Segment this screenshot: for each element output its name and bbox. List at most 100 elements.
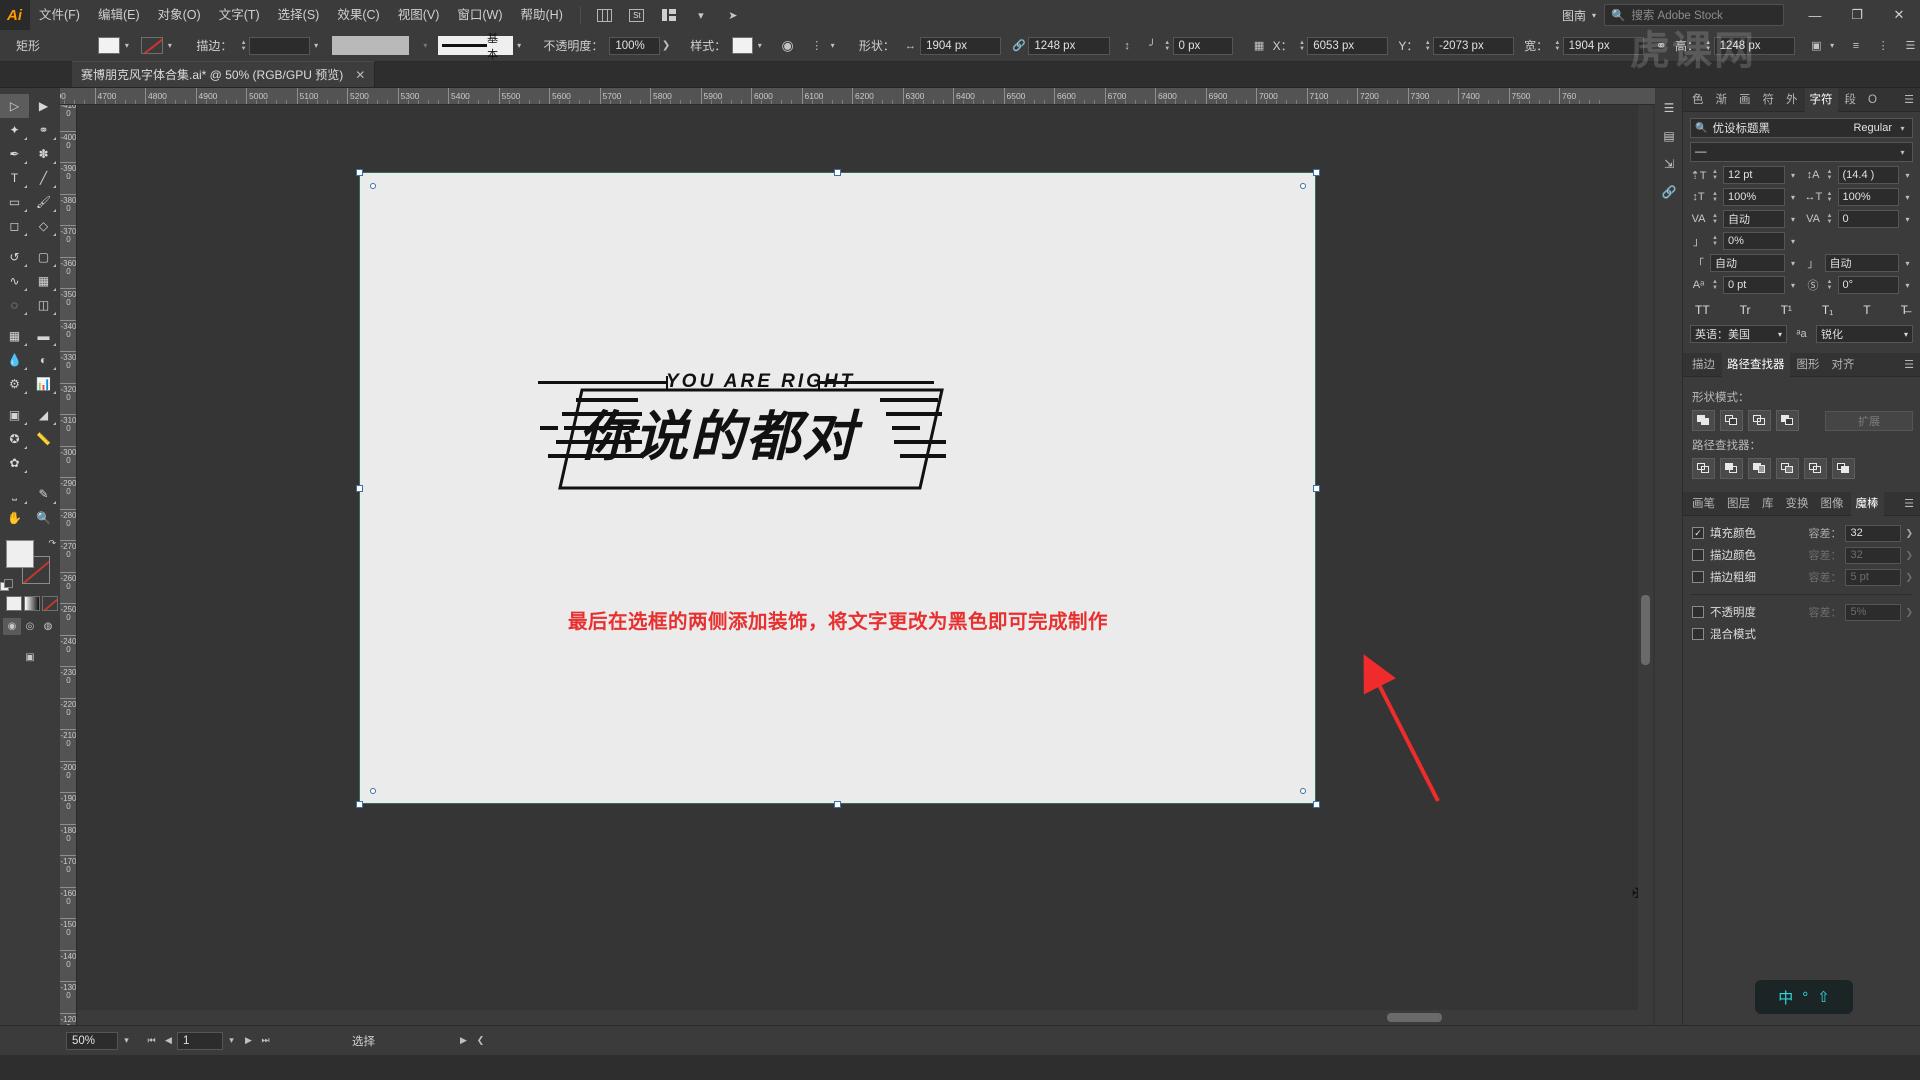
- tab-character[interactable]: 字符: [1804, 87, 1838, 112]
- tsume-left-chevron-icon[interactable]: ▾: [1788, 259, 1799, 268]
- stroke-weight-tolerance-input[interactable]: 5 pt: [1845, 568, 1902, 586]
- opacity-tolerance-expand-icon[interactable]: ❯: [1905, 607, 1913, 618]
- panel-menu-icon[interactable]: ☰: [1904, 93, 1920, 106]
- stroke-profile-chevron-icon[interactable]: ▾: [513, 37, 525, 54]
- selection-handle-bl[interactable]: [356, 801, 363, 808]
- h-stepper[interactable]: ▲ ▼: [1703, 37, 1714, 54]
- symbol-sprayer-tool[interactable]: ⚙: [0, 372, 29, 396]
- w-input[interactable]: 1904 px: [1562, 36, 1644, 55]
- menu-window[interactable]: 窗口(W): [448, 0, 511, 30]
- free-transform-tool[interactable]: ▦: [29, 269, 58, 293]
- horizontal-scale-field[interactable]: ↔T ▲ ▼ 100% ▾: [1805, 188, 1914, 206]
- horizontal-ruler[interactable]: 4600470048004900500051005200530054005500…: [60, 88, 1677, 105]
- antialias-selector[interactable]: 锐化 ▾: [1816, 325, 1913, 343]
- artboard-handle-tl[interactable]: [370, 183, 376, 189]
- links-icon[interactable]: 🔗: [1655, 178, 1683, 206]
- trim-icon[interactable]: [1720, 458, 1743, 479]
- draw-behind-button[interactable]: ◎: [21, 618, 39, 635]
- chevron-down-icon[interactable]: ▾: [688, 4, 714, 26]
- tab-brushes-2[interactable]: 画笔: [1687, 492, 1720, 516]
- tab-symbols[interactable]: 符: [1758, 88, 1780, 112]
- stroke-weight-checkbox[interactable]: [1692, 571, 1704, 583]
- menu-type[interactable]: 文字(T): [210, 0, 269, 30]
- stroke-color-checkbox[interactable]: [1692, 549, 1704, 561]
- direct-selection-tool[interactable]: ▶: [29, 94, 58, 118]
- rotation-field[interactable]: Ⓢ ▲ ▼ 0° ▾: [1805, 276, 1914, 294]
- vertical-scale-stepper[interactable]: ▲ ▼: [1710, 191, 1720, 203]
- tab-align[interactable]: 对齐: [1827, 353, 1860, 377]
- scale-tool[interactable]: ▢: [29, 245, 58, 269]
- stroke-weight-tolerance-expand-icon[interactable]: ❯: [1905, 572, 1913, 583]
- kerning-value[interactable]: 自动: [1723, 210, 1785, 228]
- tracking-value[interactable]: 0: [1837, 210, 1899, 228]
- artboard-tool[interactable]: ▣: [0, 403, 29, 427]
- font-family-selector[interactable]: 🔍 优设标题黑 Regular ▾: [1690, 118, 1913, 138]
- tab-opentype[interactable]: O: [1863, 88, 1882, 112]
- leading-stepper[interactable]: ▲ ▼: [1825, 169, 1835, 181]
- baseline-percent-value[interactable]: 0%: [1723, 232, 1785, 250]
- tab-appearance[interactable]: 外: [1781, 88, 1803, 112]
- tsume-left-value[interactable]: 自动: [1710, 254, 1785, 272]
- shape-width-input[interactable]: 1904 px: [920, 36, 1002, 55]
- next-artboard-button[interactable]: ▶: [240, 1032, 257, 1050]
- eraser-tool[interactable]: ◇: [29, 214, 58, 238]
- vertical-ruler[interactable]: -4100 -4000 -3900 -3800 -3700 -3600 -3500 -3400…: [60, 105, 77, 1025]
- vertical-scale-value[interactable]: 100%: [1723, 188, 1785, 206]
- workspace-selector[interactable]: 图南 ▾: [1554, 4, 1604, 26]
- link-dimensions-icon[interactable]: 🔗: [1009, 36, 1028, 56]
- stroke-profile-selector[interactable]: 基本: [437, 33, 513, 61]
- tsume-right-chevron-icon[interactable]: ▾: [1902, 259, 1913, 268]
- stroke-color-swatch[interactable]: [141, 37, 164, 54]
- menu-edit[interactable]: 编辑(E): [89, 0, 149, 30]
- width-tool[interactable]: ∿: [0, 269, 29, 293]
- shaper-tool[interactable]: ◻: [0, 214, 29, 238]
- divide-icon[interactable]: [1692, 458, 1715, 479]
- opacity-input[interactable]: 100%: [609, 36, 660, 55]
- rectangle-tool[interactable]: ▭: [0, 190, 29, 214]
- opacity-tolerance-input[interactable]: 5%: [1845, 603, 1902, 621]
- stroke-weight-chevron-icon[interactable]: ▾: [310, 37, 322, 54]
- tab-brushes[interactable]: 画: [1734, 88, 1756, 112]
- tracking-stepper[interactable]: ▲ ▼: [1825, 213, 1835, 225]
- draw-normal-button[interactable]: ◉: [3, 618, 21, 635]
- shape-rotate-icon[interactable]: ↕: [1118, 36, 1137, 56]
- artboard-chevron-icon[interactable]: ▾: [223, 1032, 240, 1050]
- minimize-button[interactable]: —: [1794, 0, 1836, 30]
- artboard-handle-tr[interactable]: [1300, 183, 1306, 189]
- change-screen-mode-icon[interactable]: ▣: [16, 647, 44, 667]
- ime-shape[interactable]: ⇧: [1817, 988, 1830, 1006]
- status-next-icon[interactable]: ▶: [455, 1032, 472, 1050]
- tab-image[interactable]: 图像: [1816, 492, 1849, 516]
- magicwand-panel-menu-icon[interactable]: ☰: [1904, 497, 1920, 510]
- corner-radius-input[interactable]: 0 px: [1172, 36, 1234, 55]
- bridge-icon[interactable]: [592, 4, 618, 26]
- baseline-shift-value[interactable]: 0 pt: [1723, 276, 1785, 294]
- tracking-chevron-icon[interactable]: ▾: [1902, 215, 1913, 224]
- recolor-artwork-icon[interactable]: ◉: [778, 36, 797, 56]
- menu-select[interactable]: 选择(S): [269, 0, 329, 30]
- measure-tool[interactable]: 📏: [29, 427, 58, 451]
- stock-search-input[interactable]: 🔍 搜索 Adobe Stock: [1604, 4, 1784, 26]
- baseline-percent-field[interactable]: 」 ▲ ▼ 0% ▾: [1690, 232, 1799, 250]
- ime-indicator[interactable]: 中 ° ⇧: [1755, 980, 1853, 1014]
- leading-chevron-icon[interactable]: ▾: [1902, 171, 1913, 180]
- fill-color-checkbox[interactable]: ✓: [1692, 527, 1704, 539]
- horizontal-scrollbar[interactable]: [77, 1010, 1638, 1025]
- font-variant-selector[interactable]: — ▾: [1690, 142, 1913, 162]
- vertical-scale-field[interactable]: ↕T ▲ ▼ 100% ▾: [1690, 188, 1799, 206]
- exclude-icon[interactable]: [1776, 410, 1799, 431]
- libraries-icon[interactable]: ▤: [1655, 122, 1683, 150]
- gradient-mode-button[interactable]: [24, 596, 40, 611]
- pen-tool[interactable]: ✒: [0, 142, 29, 166]
- x-input[interactable]: 6053 px: [1307, 36, 1389, 55]
- x-stepper[interactable]: ▲ ▼: [1297, 37, 1308, 54]
- rotation-value[interactable]: 0°: [1837, 276, 1899, 294]
- opacity-options-icon[interactable]: ❯: [660, 37, 672, 54]
- artboard-handle-bl[interactable]: [370, 788, 376, 794]
- reference-point-icon[interactable]: ▦: [1249, 36, 1268, 56]
- horizontal-scale-stepper[interactable]: ▲ ▼: [1825, 191, 1835, 203]
- menu-object[interactable]: 对象(O): [149, 0, 210, 30]
- none-mode-button[interactable]: [42, 596, 58, 611]
- zoom-chevron-icon[interactable]: ▾: [118, 1032, 135, 1050]
- tab-layers[interactable]: 图层: [1722, 492, 1755, 516]
